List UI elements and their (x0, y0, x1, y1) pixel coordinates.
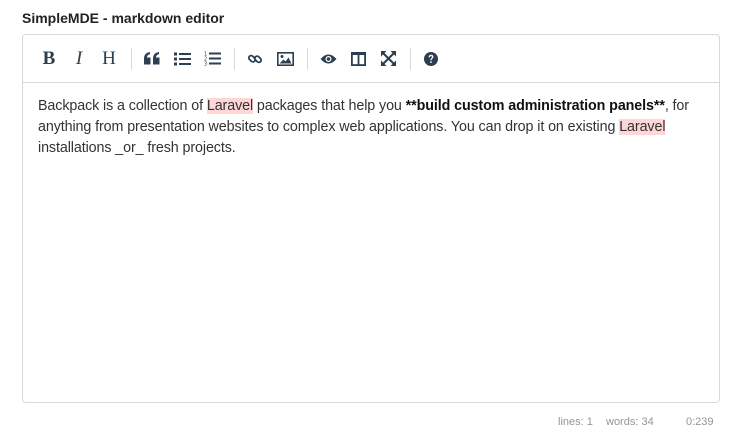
toolbar-separator (307, 47, 308, 70)
toolbar-separator (410, 47, 411, 70)
words-count: words: 34 (606, 416, 654, 428)
toolbar-separator (234, 47, 235, 70)
expand-icon (380, 51, 396, 66)
spellcheck-word: Laravel (619, 119, 666, 135)
text-segment: installations _or_ fresh projects. (38, 140, 236, 156)
italic-button[interactable]: I (65, 45, 93, 73)
heading-icon: H (102, 47, 116, 69)
heading-button[interactable]: H (95, 45, 123, 73)
numbered-list-icon: 1 2 3 (204, 52, 221, 67)
editor-statusbar: lines: 1 words: 34 0:239 (0, 416, 743, 430)
fullscreen-button[interactable] (374, 45, 402, 73)
columns-icon (350, 51, 366, 66)
quote-icon (144, 52, 160, 65)
question-circle-icon (424, 51, 438, 66)
italic-icon: I (75, 47, 83, 69)
editor-text: Backpack is a collection of Laravel pack… (38, 96, 704, 159)
bold-button[interactable]: B (35, 45, 63, 73)
preview-button[interactable] (314, 45, 342, 73)
eye-icon (320, 54, 336, 63)
side-by-side-button[interactable] (344, 45, 372, 73)
editor-content[interactable]: Backpack is a collection of Laravel pack… (23, 83, 719, 159)
image-icon (276, 51, 294, 66)
spellcheck-word: Laravel (206, 98, 254, 114)
svg-text:3: 3 (204, 62, 207, 67)
editor-toolbar: B I H 1 2 3 (23, 35, 719, 83)
quote-button[interactable] (138, 45, 166, 73)
guide-button[interactable] (417, 45, 445, 73)
link-button[interactable] (241, 45, 269, 73)
markdown-editor: B I H 1 2 3 Backpack is a collection of … (22, 34, 720, 403)
bullet-list-icon (173, 52, 191, 65)
link-icon (247, 54, 263, 63)
toolbar-separator (131, 47, 132, 70)
image-button[interactable] (271, 45, 299, 73)
bold-markdown-text: **build custom administration panels** (405, 98, 665, 114)
lines-count: lines: 1 (558, 416, 593, 428)
text-segment: packages that help you (253, 98, 406, 114)
ordered-list-button[interactable]: 1 2 3 (198, 45, 226, 73)
bold-icon: B (42, 47, 56, 69)
text-segment: Backpack is a collection of (38, 98, 207, 114)
cursor-position: 0:239 (686, 416, 714, 428)
field-label: SimpleMDE - markdown editor (22, 10, 225, 26)
unordered-list-button[interactable] (168, 45, 196, 73)
